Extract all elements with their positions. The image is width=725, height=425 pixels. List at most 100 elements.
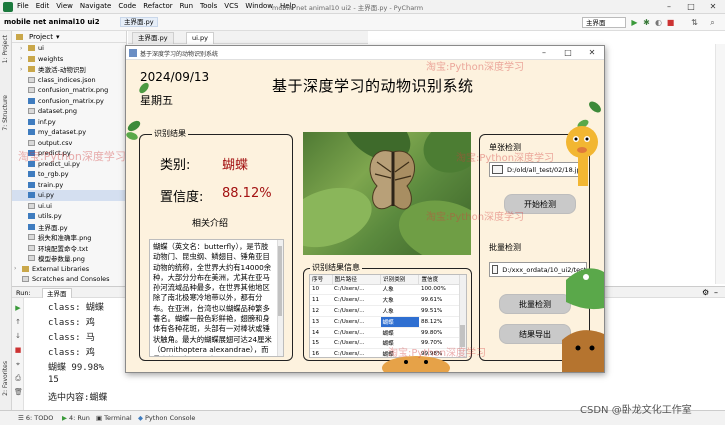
app-maximize-icon[interactable]: □ [556, 46, 580, 60]
tree-item[interactable]: › weights [12, 54, 126, 65]
tree-item[interactable]: ui.py [12, 190, 126, 201]
scroll-up-icon[interactable]: ↑ [14, 318, 22, 326]
scroll-down-icon[interactable]: ↓ [14, 332, 22, 340]
pin-icon[interactable]: ⌖ [14, 360, 22, 368]
status-python-console[interactable]: ◆ Python Console [138, 414, 195, 422]
table-row[interactable]: 10 C:/Users/... 人象 100.00% [310, 284, 460, 296]
menu-file[interactable]: File [17, 2, 29, 10]
table-row[interactable]: 14 C:/Users/... 蝴蝶 99.80% [310, 327, 460, 339]
menu-navigate[interactable]: Navigate [80, 2, 111, 10]
intro-textbox[interactable]: 蝴蝶（英文名：butterfly），是节肢动物门、昆虫纲、鳞翅目、锤角亚目动物的… [149, 239, 284, 357]
watermark: 淘宝:Python深度学习 [456, 153, 555, 164]
intro-scrollbar-thumb[interactable] [278, 246, 282, 316]
tree-item[interactable]: class_indices.json [12, 75, 126, 86]
rerun-icon[interactable]: ▶ [14, 304, 22, 312]
table-header-cell[interactable]: 置信度 [418, 275, 460, 285]
file-icon [28, 202, 35, 209]
tree-item[interactable]: dataset.png [12, 106, 126, 117]
close-icon[interactable]: ✕ [702, 0, 724, 14]
chevron-right-icon[interactable]: › [20, 45, 28, 52]
table-cell: C:/Users/... [332, 327, 381, 339]
app-titlebar: 基于深度学习的动物识别系统 – □ ✕ [126, 46, 604, 60]
class-value: 蝴蝶 [222, 158, 249, 173]
tree-item[interactable]: inf.py [12, 117, 126, 128]
tree-item[interactable]: › ui [12, 43, 126, 54]
chevron-right-icon[interactable]: › [20, 55, 28, 62]
stop-run-icon[interactable]: ■ [14, 346, 22, 354]
tab-ui-py[interactable]: ui.py [186, 32, 214, 44]
table-cell: 蝴蝶 [380, 327, 419, 339]
folder-icon [28, 55, 35, 62]
run-small-icon: ▶ [62, 414, 67, 422]
table-row[interactable]: 13 C:/Users/... 蝴蝶 88.12% [310, 316, 460, 328]
stripe-favorites[interactable]: 2: Favorites [2, 361, 9, 396]
tree-item-label: ui.ui [38, 201, 52, 210]
menu-code[interactable]: Code [118, 2, 136, 10]
folder-icon [28, 66, 35, 73]
chevron-right-icon[interactable]: › [14, 265, 22, 272]
tree-item-label: 损失和准确率.png [38, 234, 92, 243]
menu-window[interactable]: Window [245, 2, 273, 10]
maximize-icon[interactable]: □ [680, 0, 702, 14]
editor-scrollbar[interactable] [715, 44, 725, 284]
table-row[interactable]: 12 C:/Users/... 人象 99.51% [310, 305, 460, 317]
table-header-cell[interactable]: 识别类别 [380, 275, 420, 285]
file-icon [28, 76, 35, 83]
console-line: class: 蝴蝶 [48, 303, 104, 313]
tree-item[interactable]: › External Libraries [12, 264, 126, 275]
tree-item[interactable]: confusion_matrix.py [12, 96, 126, 107]
tree-item[interactable]: train.py [12, 180, 126, 191]
tree-item[interactable]: ui.ui [12, 201, 126, 212]
menu-view[interactable]: View [56, 2, 73, 10]
app-minimize-icon[interactable]: – [532, 46, 556, 60]
tree-item[interactable]: to_rgb.py [12, 169, 126, 180]
breadcrumb[interactable]: mobile net animal10 ui2 [4, 18, 100, 26]
run-icon[interactable]: ▶ [630, 18, 639, 27]
app-close-icon[interactable]: ✕ [580, 46, 604, 60]
table-row[interactable]: 11 C:/Users/... 大象 99.61% [310, 294, 460, 307]
table-header-cell[interactable]: 序号 [310, 275, 333, 285]
stripe-structure[interactable]: 7: Structure [2, 95, 9, 131]
trash-icon[interactable]: 🗑 [14, 388, 23, 396]
settings-icon[interactable]: ⚙ [702, 288, 709, 297]
tree-item[interactable]: utils.py [12, 211, 126, 222]
debug-icon[interactable]: ✱ [642, 18, 651, 27]
menu-run[interactable]: Run [180, 2, 193, 10]
watermark: 淘宝:Python深度学习 [426, 62, 525, 73]
status-todo[interactable]: ☰ 6: TODO [18, 414, 53, 422]
tree-item[interactable]: 损失和准确率.png [12, 232, 126, 243]
stop-icon[interactable]: ■ [666, 18, 675, 27]
tree-item[interactable]: 模型参数量.png [12, 253, 126, 264]
tree-item[interactable]: › 类激活-动物识别 [12, 64, 126, 75]
minimize-icon[interactable]: – [658, 0, 680, 14]
chevron-down-icon[interactable]: ▾ [56, 33, 60, 41]
table-header-cell[interactable]: 图片路径 [332, 275, 382, 285]
print-icon[interactable]: ⎙ [14, 374, 22, 382]
status-terminal[interactable]: ▣ Terminal [96, 414, 132, 422]
vcs-icon[interactable]: ⇅ [690, 18, 699, 27]
menu-tools[interactable]: Tools [200, 2, 217, 10]
tree-item[interactable]: 主界面.py [12, 222, 126, 233]
tab-main-py[interactable]: 主界面.py [132, 32, 174, 44]
status-run[interactable]: ▶ 4: Run [62, 414, 90, 422]
search-icon[interactable]: ⌕ [708, 18, 717, 27]
tree-item[interactable]: output.csv [12, 138, 126, 149]
tree-item[interactable]: Scratches and Consoles [12, 274, 126, 285]
coverage-icon[interactable]: ◐ [654, 18, 663, 27]
breadcrumb-file[interactable]: 主界面.py [120, 17, 158, 27]
menu-refactor[interactable]: Refactor [143, 2, 172, 10]
chevron-right-icon[interactable]: › [20, 66, 28, 73]
menu-list: File Edit View Navigate Code Refactor Ru… [17, 2, 296, 10]
image-icon[interactable] [492, 165, 503, 174]
menu-edit[interactable]: Edit [36, 2, 50, 10]
tree-item[interactable]: confusion_matrix.png [12, 85, 126, 96]
run-config-select[interactable]: 主界面 [582, 17, 626, 28]
project-header[interactable]: Project ▾ [12, 31, 126, 43]
editor-area[interactable] [600, 44, 725, 286]
tree-item[interactable]: my_dataset.py [12, 127, 126, 138]
folder-select-icon[interactable] [492, 265, 499, 274]
stripe-project[interactable]: 1: Project [2, 35, 9, 63]
tree-item[interactable]: 环境配置命令.txt [12, 243, 126, 254]
hide-icon[interactable]: – [714, 288, 718, 297]
menu-vcs[interactable]: VCS [224, 2, 238, 10]
